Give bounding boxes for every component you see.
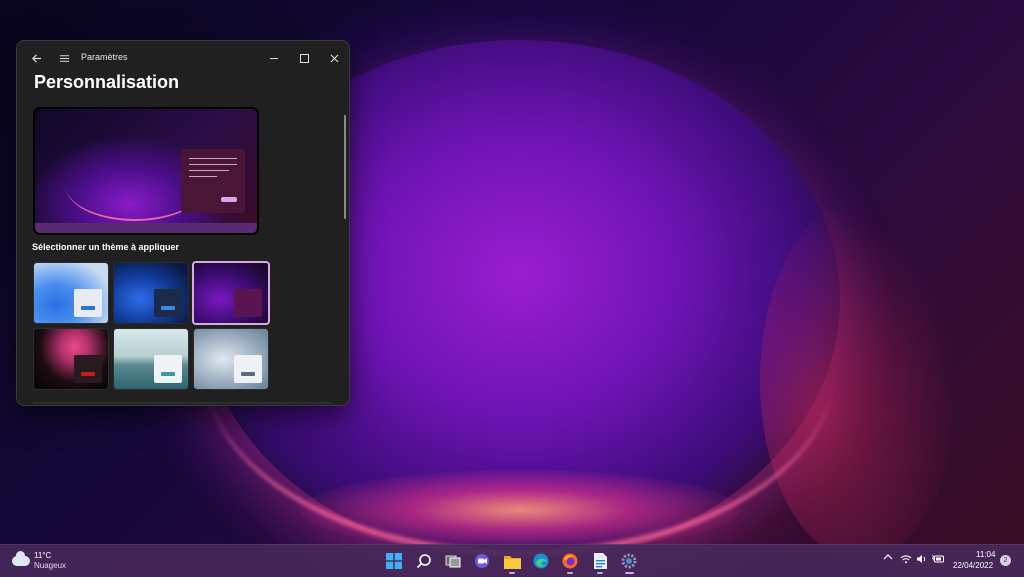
chat-button[interactable]	[472, 551, 492, 571]
battery-icon	[931, 554, 944, 563]
firefox-button[interactable]	[560, 551, 580, 571]
battery-button[interactable]	[931, 554, 945, 567]
next-section-divider	[33, 402, 333, 404]
theme-windows-light[interactable]	[33, 262, 109, 324]
theme-accent	[161, 306, 175, 310]
document-icon	[593, 553, 607, 569]
task-view-button[interactable]	[443, 551, 463, 571]
app-title: Paramètres	[81, 52, 128, 62]
scrollbar[interactable]	[344, 115, 346, 219]
wallpaper-glow	[300, 470, 740, 550]
theme-accent	[81, 372, 95, 376]
theme-accent	[241, 306, 255, 310]
notification-badge[interactable]: 2	[1000, 555, 1011, 566]
theme-accent	[161, 372, 175, 376]
preview-text-line	[189, 170, 229, 171]
preview-taskbar	[35, 223, 257, 233]
theme-glow[interactable]	[192, 261, 270, 325]
theme-dialog	[154, 289, 182, 317]
clock-time[interactable]: 11:04	[976, 550, 995, 559]
running-indicator	[567, 572, 573, 574]
edge-icon	[533, 553, 549, 569]
volume-button[interactable]	[916, 554, 928, 567]
task-view-icon	[445, 555, 461, 568]
preview-dialog	[181, 149, 245, 213]
maximize-icon	[299, 53, 309, 63]
search-icon	[416, 554, 431, 569]
theme-sunrise[interactable]	[113, 328, 189, 390]
firefox-icon	[562, 553, 578, 569]
hamburger-icon	[59, 54, 69, 62]
back-arrow-icon	[31, 53, 41, 63]
theme-accent	[81, 306, 95, 310]
edge-button[interactable]	[531, 551, 551, 571]
document-button[interactable]	[590, 551, 610, 571]
maximize-button[interactable]	[293, 47, 315, 69]
wifi-button[interactable]	[900, 554, 912, 567]
preview-text-line	[189, 176, 217, 177]
page-title: Personnalisation	[34, 72, 180, 92]
weather-condition: Nuageux	[34, 561, 67, 570]
volume-icon	[917, 555, 926, 563]
start-button[interactable]	[384, 551, 404, 571]
theme-captured-motion[interactable]	[33, 328, 109, 390]
theme-preview	[33, 107, 259, 235]
back-button[interactable]	[25, 47, 47, 69]
theme-dialog	[234, 289, 262, 317]
file-explorer-icon	[503, 555, 521, 569]
wifi-icon	[900, 555, 912, 564]
weather-temp: 11°C	[34, 551, 52, 560]
cloud-icon	[12, 551, 30, 566]
theme-dialog	[74, 289, 102, 317]
minimize-button[interactable]	[263, 47, 285, 69]
preview-button	[221, 197, 237, 202]
theme-accent	[241, 372, 255, 376]
theme-dialog	[234, 355, 262, 383]
preview-text-line	[189, 158, 237, 159]
taskbar: 11°C Nuageux 11:04 22/04/2022 2	[0, 544, 1024, 577]
search-button[interactable]	[414, 551, 434, 571]
start-icon	[386, 553, 402, 569]
theme-grid	[33, 261, 273, 392]
title-bar[interactable]: Paramètres	[17, 41, 349, 73]
theme-windows-dark[interactable]	[113, 262, 189, 324]
running-indicator	[509, 572, 515, 574]
settings-taskbar-button[interactable]	[619, 551, 639, 571]
clock-date[interactable]: 22/04/2022	[953, 561, 993, 570]
chevron-up-icon	[883, 554, 893, 560]
running-indicator	[597, 572, 603, 574]
menu-button[interactable]	[53, 47, 75, 69]
minimize-icon	[270, 57, 278, 59]
theme-flow[interactable]	[193, 328, 269, 390]
chat-icon	[475, 554, 489, 568]
show-hidden-icons-button[interactable]	[883, 553, 893, 564]
theme-dialog	[154, 355, 182, 383]
section-label: Sélectionner un thème à appliquer	[32, 242, 180, 252]
theme-dialog	[74, 355, 102, 383]
settings-icon	[621, 553, 637, 569]
active-indicator	[625, 572, 634, 574]
file-explorer-button[interactable]	[502, 551, 522, 571]
close-button[interactable]	[323, 47, 345, 69]
settings-window: Paramètres Personnalisation Sélectionner…	[16, 40, 350, 406]
preview-text-line	[189, 164, 237, 165]
close-icon	[330, 54, 338, 62]
